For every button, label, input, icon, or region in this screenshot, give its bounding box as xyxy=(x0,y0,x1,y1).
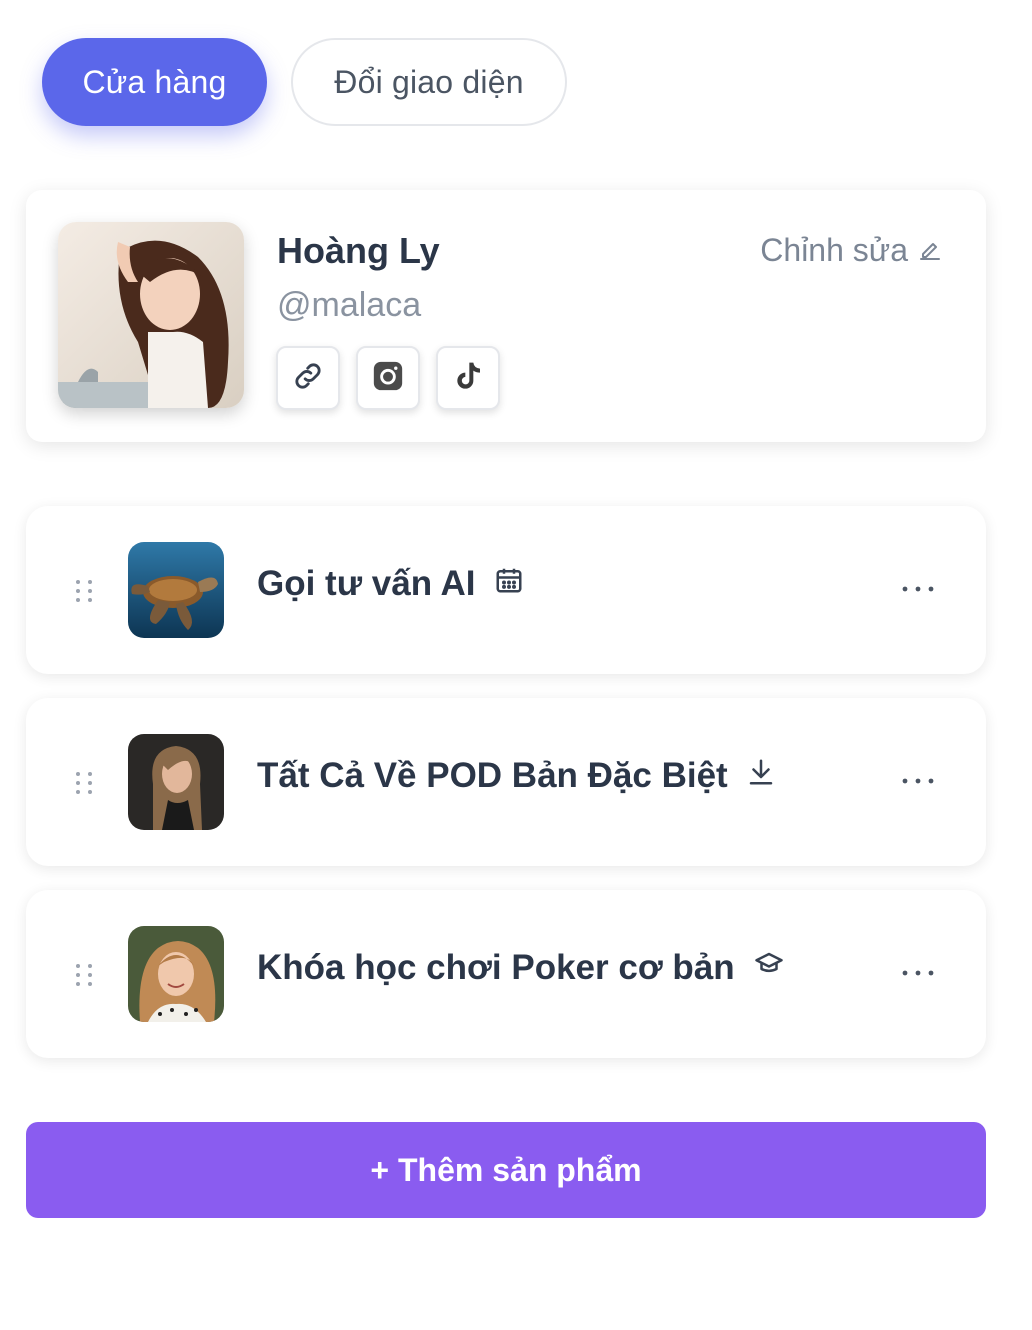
drag-handle-icon[interactable] xyxy=(74,770,94,801)
social-links xyxy=(276,346,500,410)
product-title-row: Gọi tư vấn AI xyxy=(257,564,524,604)
add-product-button[interactable]: + Thêm sản phẩm xyxy=(26,1122,986,1218)
tab-bar: Cửa hàng Đổi giao diện xyxy=(42,38,567,126)
tiktok-button[interactable] xyxy=(436,346,500,410)
link-icon xyxy=(291,359,325,398)
product-thumbnail xyxy=(128,926,224,1022)
more-options-icon[interactable] xyxy=(902,772,934,790)
product-title-row: Khóa học chơi Poker cơ bản xyxy=(257,948,785,988)
download-icon xyxy=(746,756,776,796)
profile-card: Hoàng Ly @malaca Chỉnh sửa xyxy=(26,190,986,442)
product-title: Khóa học chơi Poker cơ bản xyxy=(257,948,735,987)
graduation-cap-icon xyxy=(753,948,785,988)
tiktok-icon xyxy=(452,360,484,397)
product-item[interactable]: Tất Cả Về POD Bản Đặc Biệt xyxy=(26,698,986,866)
more-options-icon[interactable] xyxy=(902,964,934,982)
avatar xyxy=(58,222,244,408)
product-item[interactable]: Khóa học chơi Poker cơ bản xyxy=(26,890,986,1058)
drag-handle-icon[interactable] xyxy=(74,578,94,609)
link-button[interactable] xyxy=(276,346,340,410)
more-options-icon[interactable] xyxy=(902,580,934,598)
profile-handle: @malaca xyxy=(277,286,422,324)
product-thumbnail xyxy=(128,734,224,830)
edit-label: Chỉnh sửa xyxy=(760,232,908,268)
calendar-icon xyxy=(494,564,524,604)
product-thumbnail xyxy=(128,542,224,638)
drag-handle-icon[interactable] xyxy=(74,962,94,993)
instagram-button[interactable] xyxy=(356,346,420,410)
product-title: Tất Cả Về POD Bản Đặc Biệt xyxy=(257,756,728,795)
profile-name: Hoàng Ly xyxy=(277,230,440,271)
pencil-icon xyxy=(918,232,942,269)
product-item[interactable]: Gọi tư vấn AI xyxy=(26,506,986,674)
product-title: Gọi tư vấn AI xyxy=(257,564,476,603)
product-title-row: Tất Cả Về POD Bản Đặc Biệt xyxy=(257,756,776,796)
tab-change-theme[interactable]: Đổi giao diện xyxy=(291,38,567,126)
edit-profile-button[interactable]: Chỉnh sửa xyxy=(760,232,942,269)
tab-store[interactable]: Cửa hàng xyxy=(42,38,267,126)
instagram-icon xyxy=(371,359,405,398)
